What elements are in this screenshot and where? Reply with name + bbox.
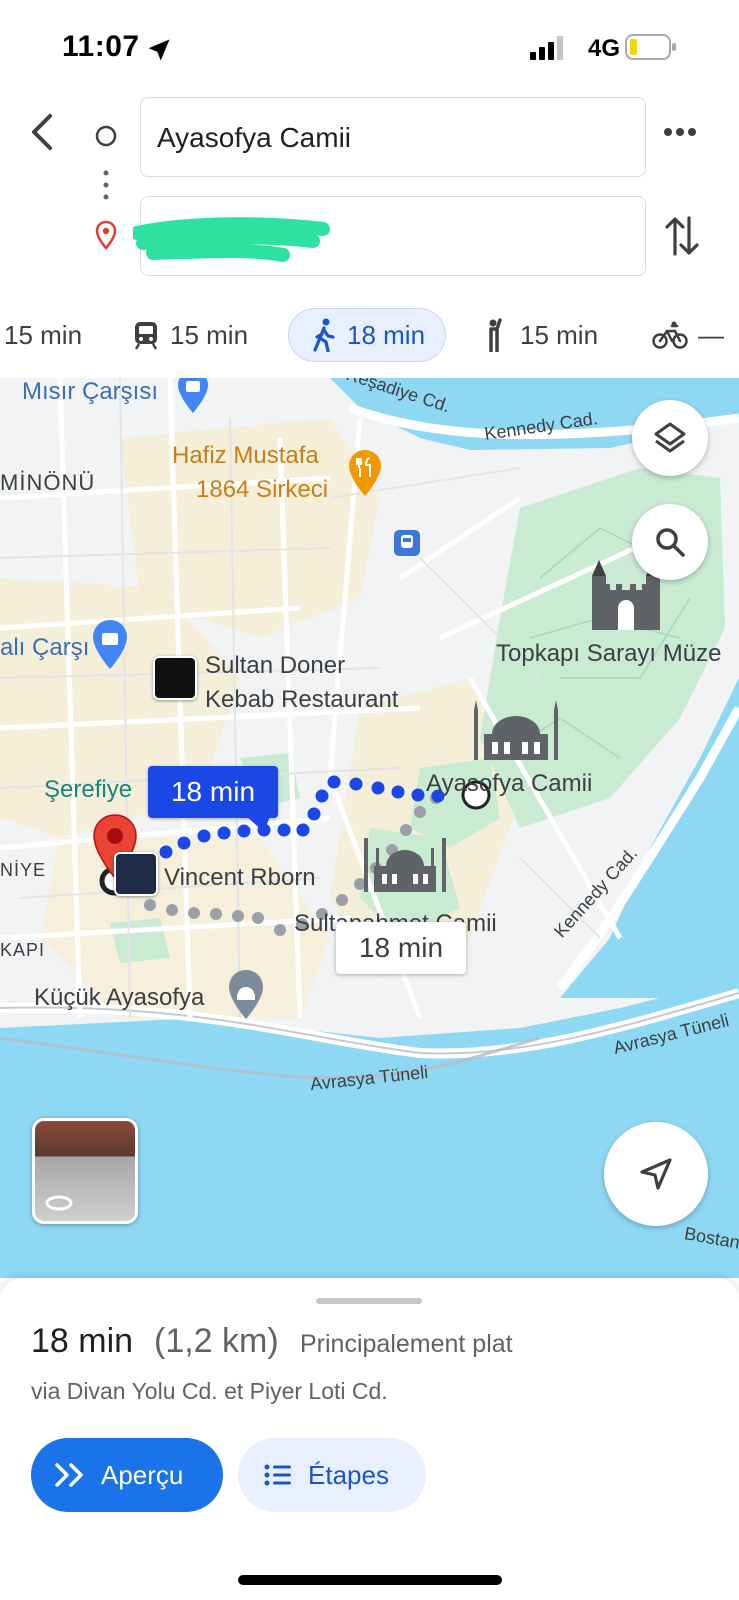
mode-bike[interactable]: — (652, 308, 724, 362)
status-time: 11:07 (62, 30, 140, 63)
steps-button[interactable]: Étapes (238, 1438, 426, 1512)
mode-drive-time: 15 min (4, 319, 83, 350)
search-icon (656, 528, 685, 557)
overview-label: Aperçu (101, 1459, 184, 1490)
street-view-thumbnail[interactable] (32, 1118, 138, 1224)
mosque-pin-icon (229, 970, 263, 1019)
route-time-primary-text: 18 min (170, 776, 256, 807)
origin-circle-icon (95, 125, 117, 147)
label-sultan-1: Sultan Doner (205, 652, 346, 679)
double-chevron-icon (55, 1463, 83, 1487)
route-time-primary[interactable]: 18 min (148, 766, 278, 818)
route-time-alt-text: 18 min (358, 932, 444, 963)
summary-terrain: Principalement plat (300, 1330, 513, 1358)
redaction-scribble (133, 217, 330, 262)
summary-duration: 18 min (31, 1322, 134, 1360)
label-serefiye: Şerefiye (44, 776, 133, 803)
label-niye: NİYE (0, 860, 47, 880)
transit-icon (134, 322, 158, 350)
layers-button[interactable] (632, 400, 708, 476)
restaurant-pin-icon (349, 450, 381, 496)
overview-button[interactable]: Aperçu (31, 1438, 223, 1512)
bike-icon (652, 321, 688, 349)
mode-ride-hail-time: 15 min (520, 319, 599, 350)
shopping-pin-icon (178, 378, 208, 413)
more-options-icon[interactable] (662, 124, 698, 140)
label-kapi: KAPI (0, 940, 46, 960)
network-type: 4G (588, 35, 621, 62)
mode-walk[interactable]: 18 min (288, 308, 447, 362)
street-view-rotate-icon (45, 1195, 73, 1211)
walk-icon (313, 318, 335, 352)
label-hafiz-2: 1864 Sirkeci (196, 476, 329, 503)
navigation-arrow-icon (640, 1158, 672, 1190)
home-indicator[interactable] (238, 1575, 502, 1585)
destination-pin-icon (95, 220, 117, 250)
hagia-sophia-icon (474, 700, 558, 760)
destination-field[interactable]: Oteli (133, 196, 646, 276)
origin-field[interactable]: Ayasofya Camii (140, 97, 646, 177)
mode-transit-time: 15 min (170, 319, 249, 350)
mode-bike-time: — (698, 319, 724, 350)
search-map-button[interactable] (632, 504, 708, 580)
battery-icon (625, 34, 676, 60)
label-ayasofya: Ayasofya Camii (426, 770, 593, 797)
label-hafiz-1: Hafiz Mustafa (172, 442, 319, 469)
layers-icon (654, 422, 686, 453)
label-misir: Mısır Çarşısı (22, 378, 158, 405)
mode-ride-hail[interactable]: 15 min (480, 308, 598, 362)
transit-station-icon (394, 530, 420, 556)
swap-icon[interactable] (664, 214, 700, 258)
route-summary-sheet[interactable]: 18 min (1,2 km) Principalement plat via … (0, 1278, 739, 1600)
label-eminonu: MİNÖNÜ (0, 470, 96, 495)
label-kapali: alı Çarşı (0, 634, 90, 661)
steps-label: Étapes (308, 1459, 389, 1490)
label-vincent: Vincent Rborn (164, 864, 316, 891)
label-kucuk: Küçük Ayasofya (34, 984, 205, 1011)
back-arrow-icon[interactable] (26, 112, 58, 152)
map-view[interactable]: Mısır Çarşısı Reşadiye Cd. Kennedy Cad. … (0, 378, 739, 1278)
route-dots-icon (103, 170, 109, 200)
mode-transit[interactable]: 15 min (132, 308, 248, 362)
callout-tail (246, 816, 270, 832)
label-sultan-2: Kebab Restaurant (205, 686, 399, 713)
shopping-pin-icon-2 (93, 620, 127, 669)
ride-hail-icon (489, 318, 502, 352)
signal-icon (530, 36, 563, 60)
restaurant-thumbnail (153, 656, 197, 700)
hotel-thumbnail (114, 852, 158, 896)
mode-drive[interactable]: 15 min (4, 308, 82, 362)
route-time-alt[interactable]: 18 min (336, 922, 466, 974)
list-icon (264, 1464, 291, 1486)
label-topkapi: Topkapı Sarayı Müze (496, 640, 722, 667)
summary-via: via Divan Yolu Cd. et Piyer Loti Cd. (31, 1378, 388, 1404)
blue-mosque-icon (364, 838, 446, 892)
location-arrow-icon (148, 39, 170, 61)
mode-walk-time: 18 min (347, 319, 426, 350)
origin-text: Ayasofya Camii (157, 122, 352, 153)
summary-distance: (1,2 km) (154, 1322, 279, 1360)
drag-handle[interactable] (316, 1298, 422, 1304)
my-location-button[interactable] (604, 1122, 708, 1226)
